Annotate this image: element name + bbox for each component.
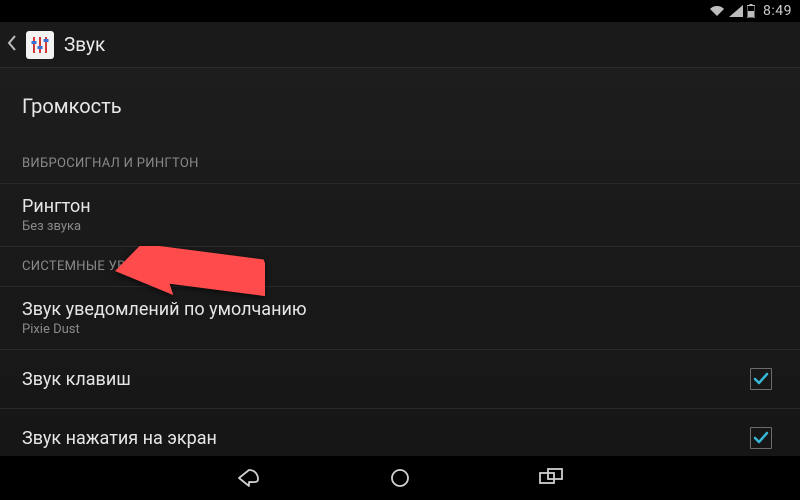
section-system-notifications: СИСТЕМНЫЕ УВЕДОМЛЕНИЯ [0, 247, 800, 287]
row-dial-pad-tones[interactable]: Звук клавиш [0, 350, 800, 409]
section-vibro-ringtone: ВИБРОСИГНАЛ И РИНГТОН [0, 144, 800, 184]
checkbox-checked[interactable] [750, 368, 772, 390]
row-ringtone[interactable]: Рингтон Без звука [0, 184, 800, 247]
equalizer-icon [26, 31, 54, 59]
navigation-bar [0, 456, 800, 500]
status-bar: 8:49 [0, 0, 800, 22]
row-title: Громкость [22, 94, 778, 118]
row-subtitle: Без звука [22, 219, 778, 234]
signal-icon [729, 5, 743, 17]
section-title: ВИБРОСИГНАЛ И РИНГТОН [22, 156, 778, 171]
page-title: Звук [64, 33, 105, 56]
row-title: Звук нажатия на экран [22, 428, 750, 449]
chevron-left-icon [6, 34, 18, 56]
battery-icon [747, 4, 755, 18]
row-title: Рингтон [22, 196, 778, 217]
row-subtitle: Pixie Dust [22, 322, 778, 337]
row-title: Звук клавиш [22, 369, 750, 390]
nav-recents-button[interactable] [536, 462, 568, 494]
back-button[interactable] [6, 31, 54, 59]
settings-list: Громкость ВИБРОСИГНАЛ И РИНГТОН Рингтон … [0, 68, 800, 456]
section-title: СИСТЕМНЫЕ УВЕДОМЛЕНИЯ [22, 259, 778, 274]
wifi-icon [709, 5, 725, 17]
nav-home-button[interactable] [384, 462, 416, 494]
row-touch-sounds[interactable]: Звук нажатия на экран [0, 409, 800, 456]
status-time: 8:49 [763, 3, 792, 19]
action-bar: Звук [0, 22, 800, 68]
row-default-notification-sound[interactable]: Звук уведомлений по умолчанию Pixie Dust [0, 287, 800, 350]
checkbox-checked[interactable] [750, 427, 772, 449]
nav-back-button[interactable] [232, 462, 264, 494]
row-volume[interactable]: Громкость [0, 68, 800, 144]
row-title: Звук уведомлений по умолчанию [22, 299, 778, 320]
